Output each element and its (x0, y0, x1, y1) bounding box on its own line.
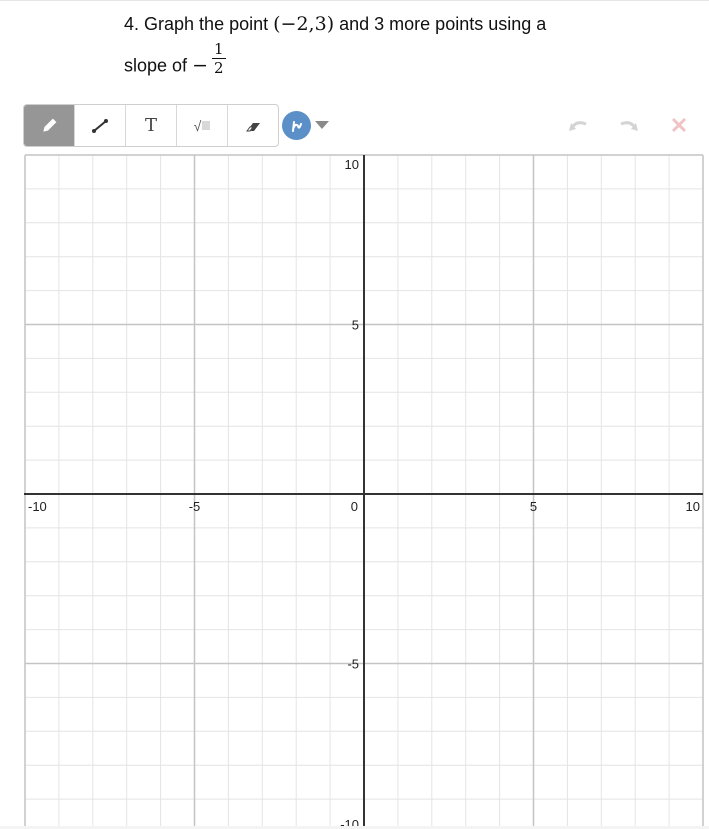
x-tick-label: 5 (530, 499, 537, 514)
x-tick-label: -10 (28, 499, 47, 514)
y-tick-label: 10 (345, 157, 359, 172)
x-tick-label: 10 (686, 499, 700, 514)
coordinate-plane[interactable]: -10 -5 0 5 10105-5-10 (0, 0, 709, 829)
y-tick-label: 5 (352, 318, 359, 333)
y-tick-label: -5 (347, 657, 359, 672)
x-tick-label: -5 (189, 499, 201, 514)
x-tick-label: 0 (351, 499, 358, 514)
